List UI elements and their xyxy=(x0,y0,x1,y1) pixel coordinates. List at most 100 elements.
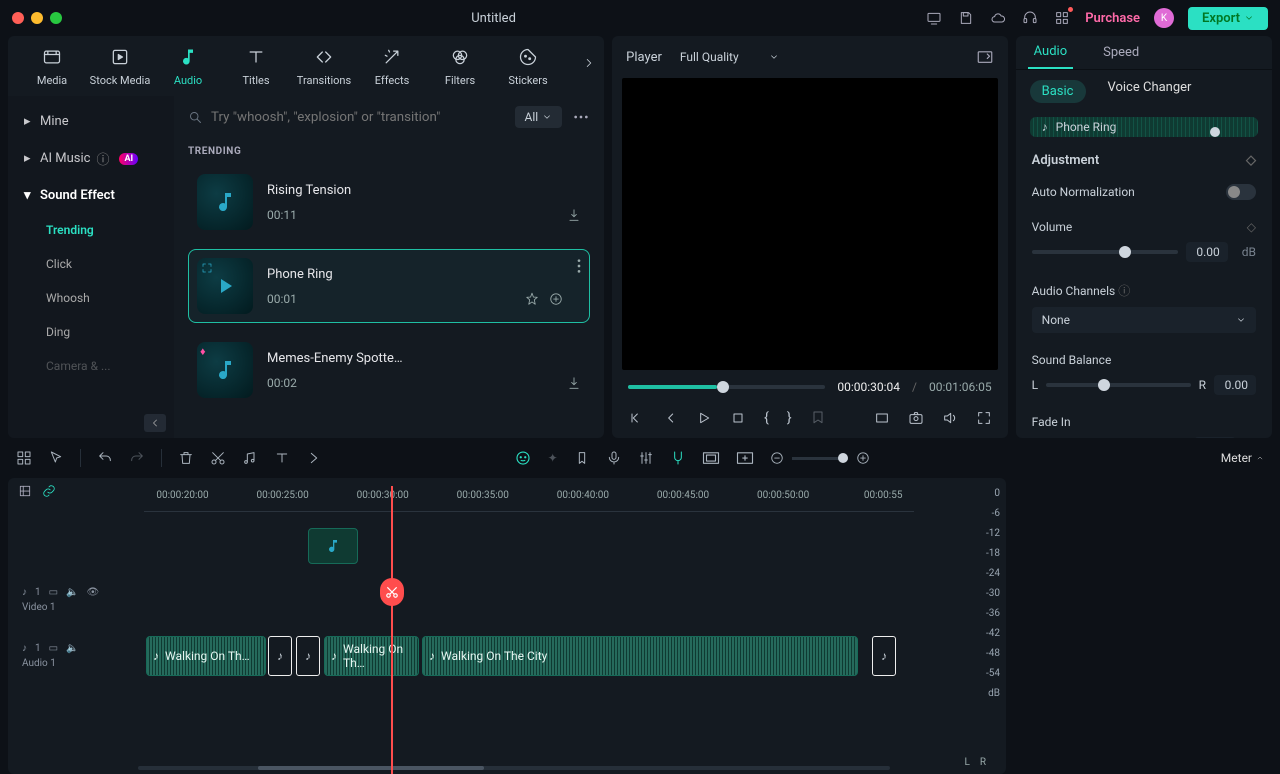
prop-tab-audio[interactable]: Audio xyxy=(1028,36,1073,69)
zoom-in-icon[interactable] xyxy=(856,451,870,465)
tab-stickers[interactable]: Stickers xyxy=(494,46,562,87)
tab-effects[interactable]: Effects xyxy=(358,46,426,87)
maximize-window[interactable] xyxy=(50,12,62,24)
play-icon[interactable] xyxy=(696,410,712,426)
undo-icon[interactable] xyxy=(97,450,113,466)
sidebar-sub-click[interactable]: Click xyxy=(8,247,174,281)
audio-clip[interactable]: ♪Walking On Th… xyxy=(324,636,419,676)
device-icon[interactable] xyxy=(925,9,943,27)
mark-out-icon[interactable]: } xyxy=(787,410,792,426)
subtab-basic[interactable]: Basic xyxy=(1030,80,1086,103)
more-tools-icon[interactable] xyxy=(306,450,322,466)
expand-icon[interactable] xyxy=(201,262,213,274)
cut-icon[interactable] xyxy=(210,450,226,466)
tab-transitions[interactable]: Transitions xyxy=(290,46,358,87)
search-input[interactable] xyxy=(211,110,505,125)
audio-clip[interactable]: ♪Walking On The City xyxy=(422,636,858,676)
tab-titles[interactable]: Titles xyxy=(222,46,290,87)
folder-icon[interactable]: ▭ xyxy=(49,643,58,654)
beats-icon[interactable] xyxy=(242,450,258,466)
volume-icon[interactable] xyxy=(942,410,958,426)
sidebar-sub-trending[interactable]: Trending xyxy=(8,213,174,247)
stop-icon[interactable] xyxy=(730,410,746,426)
purchase-link[interactable]: Purchase xyxy=(1085,11,1140,26)
bookmark-icon[interactable] xyxy=(574,450,590,466)
subtab-voice-changer[interactable]: Voice Changer xyxy=(1108,80,1192,103)
fadein-value[interactable]: 0.00 xyxy=(1194,437,1236,438)
favorite-icon[interactable] xyxy=(525,292,539,306)
card-menu-icon[interactable] xyxy=(577,258,581,274)
visible-icon[interactable]: 👁 xyxy=(87,587,100,598)
add-icon[interactable] xyxy=(549,292,563,306)
video-preview[interactable] xyxy=(622,78,997,370)
tab-audio[interactable]: Audio xyxy=(154,46,222,87)
folder-icon[interactable]: ▭ xyxy=(49,587,58,598)
auto-norm-toggle[interactable] xyxy=(1226,184,1256,200)
balance-slider[interactable] xyxy=(1046,383,1190,387)
keyframe-diamond-icon[interactable]: ◇ xyxy=(1247,220,1256,234)
sidebar-collapse-icon[interactable] xyxy=(144,414,166,432)
snap-icon[interactable] xyxy=(670,450,686,466)
sidebar-sub-whoosh[interactable]: Whoosh xyxy=(8,281,174,315)
channels-select[interactable]: None xyxy=(1032,307,1256,333)
zoom-slider[interactable] xyxy=(792,457,848,460)
tab-filters[interactable]: Filters xyxy=(426,46,494,87)
scrub-slider[interactable] xyxy=(628,385,825,389)
sidebar-sub-ding[interactable]: Ding xyxy=(8,315,174,349)
marker-icon[interactable] xyxy=(810,410,826,426)
link-icon[interactable] xyxy=(42,484,56,498)
apps-icon[interactable] xyxy=(1053,9,1071,27)
support-icon[interactable] xyxy=(1021,9,1039,27)
text-icon[interactable] xyxy=(274,450,290,466)
sparkle-icon[interactable]: ✦ xyxy=(548,451,558,465)
audio-card-selected[interactable]: Phone Ring00:01 xyxy=(188,249,590,323)
sidebar-item-sound-effect[interactable]: ▾Sound Effect xyxy=(8,178,174,213)
time-ruler[interactable]: 00:00:20:00 00:00:25:00 00:00:30:00 00:0… xyxy=(144,484,914,512)
ai-icon[interactable] xyxy=(514,449,532,467)
download-icon[interactable] xyxy=(567,208,581,222)
export-button[interactable]: Export xyxy=(1188,7,1268,30)
fit-icon[interactable] xyxy=(18,484,32,498)
tab-media[interactable]: Media xyxy=(18,46,86,87)
sidebar-sub-camera[interactable]: Camera & ... xyxy=(8,349,174,383)
keyframe-diamond-icon[interactable]: ◇ xyxy=(1246,153,1256,168)
clip-handle[interactable]: ♪ xyxy=(296,636,320,676)
selected-clip-chip[interactable]: ♪Phone Ring xyxy=(1030,117,1258,137)
sidebar-item-ai-music[interactable]: ▸AI Music ⓘAI xyxy=(8,139,174,178)
split-icon[interactable] xyxy=(380,578,404,606)
mute-icon[interactable]: 🔈 xyxy=(66,643,78,654)
audio-card[interactable]: Rising Tension00:11 xyxy=(188,165,590,239)
cloud-icon[interactable] xyxy=(989,9,1007,27)
timeline-hscroll[interactable] xyxy=(138,766,890,770)
audio-card[interactable]: ♦ Memes-Enemy Spotte…00:02 xyxy=(188,333,590,407)
delete-icon[interactable] xyxy=(178,450,194,466)
prev-frame-icon[interactable] xyxy=(628,410,644,426)
frame-icon[interactable] xyxy=(736,451,754,465)
download-icon[interactable] xyxy=(567,376,581,390)
info-icon[interactable]: ⓘ xyxy=(1118,284,1130,298)
user-avatar[interactable]: K xyxy=(1154,8,1174,28)
minimize-window[interactable] xyxy=(31,12,43,24)
quality-dropdown[interactable]: Full Quality xyxy=(680,50,779,64)
crop-icon[interactable] xyxy=(874,410,890,426)
filter-all-dropdown[interactable]: All xyxy=(515,106,563,128)
mixer-icon[interactable] xyxy=(638,450,654,466)
sidebar-item-mine[interactable]: ▸Mine xyxy=(8,104,174,139)
mark-in-icon[interactable]: { xyxy=(764,410,769,426)
layout-icon[interactable] xyxy=(16,450,32,466)
clip-handle[interactable]: ♪ xyxy=(872,636,896,676)
audio-clip[interactable]: ♪Walking On Th… xyxy=(146,636,266,676)
mute-icon[interactable]: 🔈 xyxy=(66,587,78,598)
tab-stock-media[interactable]: Stock Media xyxy=(86,46,154,87)
snapshot-icon[interactable] xyxy=(908,410,924,426)
more-icon[interactable] xyxy=(572,108,590,126)
volume-value[interactable]: 0.00 xyxy=(1186,242,1228,262)
save-icon[interactable] xyxy=(957,9,975,27)
compare-icon[interactable] xyxy=(976,48,994,66)
step-back-icon[interactable] xyxy=(662,410,678,426)
prop-tab-speed[interactable]: Speed xyxy=(1097,37,1145,68)
fullscreen-icon[interactable] xyxy=(976,410,992,426)
ratio-icon[interactable] xyxy=(702,451,720,465)
detached-clip[interactable] xyxy=(308,528,358,564)
pointer-icon[interactable] xyxy=(48,450,64,466)
